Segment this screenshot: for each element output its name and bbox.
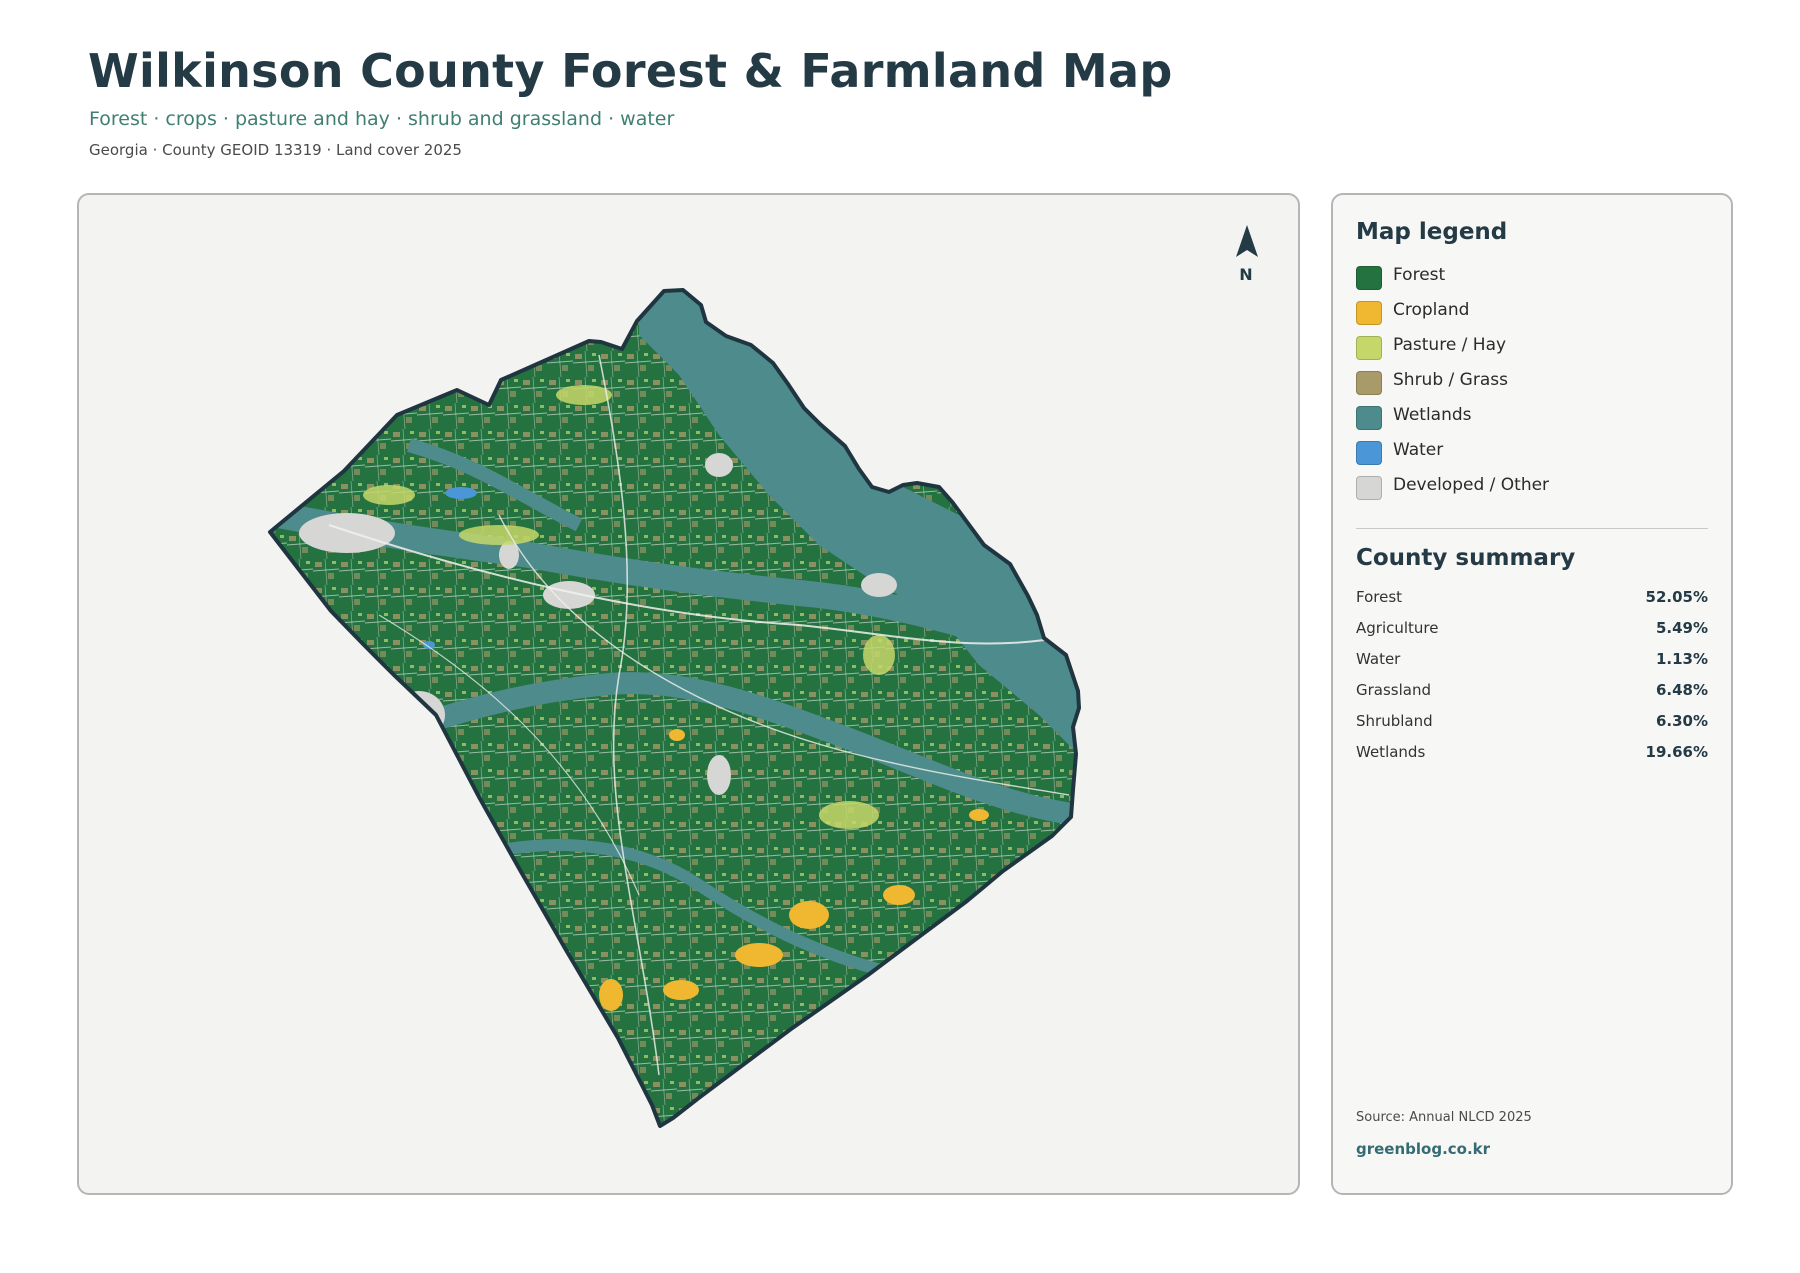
summary-value: 5.49% — [1655, 619, 1708, 637]
summary-label: Wetlands — [1356, 743, 1426, 761]
summary-row-agriculture: Agriculture 5.49% — [1356, 619, 1708, 639]
legend-label: Shrub / Grass — [1393, 370, 1508, 390]
summary-label: Shrubland — [1356, 712, 1433, 730]
legend-label: Cropland — [1393, 300, 1470, 320]
summary-row-wetlands: Wetlands 19.66% — [1356, 743, 1708, 763]
legend-swatch — [1356, 336, 1382, 360]
summary-row-forest: Forest 52.05% — [1356, 588, 1708, 608]
page-meta: Georgia · County GEOID 13319 · Land cove… — [89, 141, 462, 159]
land-cover-layer — [270, 290, 1079, 1126]
legend-label: Water — [1393, 440, 1444, 460]
legend-label: Developed / Other — [1393, 475, 1550, 495]
summary-value: 19.66% — [1645, 743, 1708, 761]
legend-swatch — [1356, 441, 1382, 465]
summary-label: Agriculture — [1356, 619, 1439, 637]
summary-label: Water — [1356, 650, 1401, 668]
side-panel: Map legend Forest Cropland Pasture / Hay… — [1331, 193, 1733, 1195]
summary-value: 1.13% — [1655, 650, 1708, 668]
map-panel[interactable]: N — [77, 193, 1300, 1195]
summary-label: Forest — [1356, 588, 1403, 606]
legend-label: Forest — [1393, 265, 1446, 285]
summary-value: 52.05% — [1645, 588, 1708, 606]
legend-item-cropland: Cropland — [1356, 300, 1716, 326]
legend-item-shrub-grass: Shrub / Grass — [1356, 370, 1716, 396]
legend-item-developed-other: Developed / Other — [1356, 475, 1716, 501]
legend-item-water: Water — [1356, 440, 1716, 466]
county-map[interactable] — [79, 195, 1300, 1195]
credit-link[interactable]: greenblog.co.kr — [1356, 1140, 1490, 1158]
page-subtitle: Forest · crops · pasture and hay · shrub… — [89, 108, 675, 130]
legend-swatch — [1356, 371, 1382, 395]
legend-swatch — [1356, 301, 1382, 325]
legend-item-forest: Forest — [1356, 265, 1716, 291]
legend-title: Map legend — [1356, 219, 1508, 245]
north-label: N — [1239, 265, 1253, 284]
legend-label: Pasture / Hay — [1393, 335, 1507, 355]
summary-label: Grassland — [1356, 681, 1431, 699]
legend-swatch — [1356, 406, 1382, 430]
summary-row-shrubland: Shrubland 6.30% — [1356, 712, 1708, 732]
north-arrow-icon — [1236, 225, 1258, 257]
legend-label: Wetlands — [1393, 405, 1472, 425]
summary-value: 6.48% — [1655, 681, 1708, 699]
legend-item-wetlands: Wetlands — [1356, 405, 1716, 431]
legend-swatch — [1356, 266, 1382, 290]
summary-row-grassland: Grassland 6.48% — [1356, 681, 1708, 701]
legend-item-pasture-hay: Pasture / Hay — [1356, 335, 1716, 361]
north-arrow: N — [1217, 223, 1277, 284]
summary-title: County summary — [1356, 545, 1576, 571]
summary-value: 6.30% — [1655, 712, 1708, 730]
divider — [1356, 528, 1708, 529]
legend-swatch — [1356, 476, 1382, 500]
source-note: Source: Annual NLCD 2025 — [1356, 1110, 1532, 1125]
page-title: Wilkinson County Forest & Farmland Map — [88, 44, 1173, 98]
summary-row-water: Water 1.13% — [1356, 650, 1708, 670]
